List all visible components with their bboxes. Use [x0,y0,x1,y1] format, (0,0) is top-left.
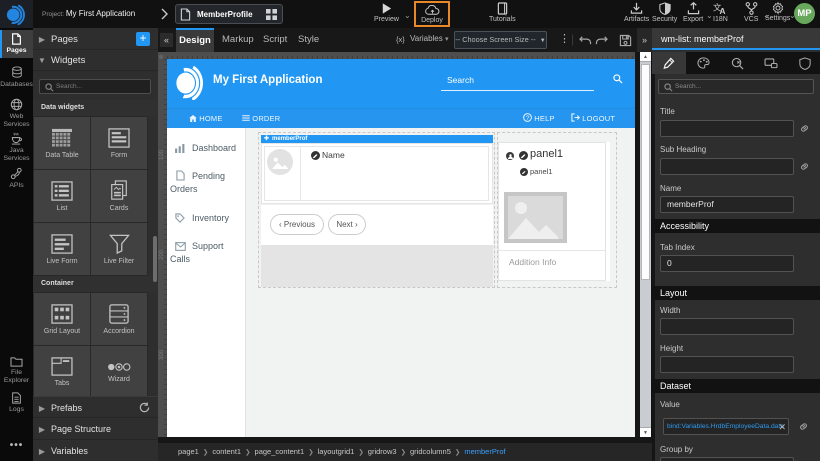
svg-text:?: ? [526,115,530,122]
svg-text:A: A [720,6,726,15]
